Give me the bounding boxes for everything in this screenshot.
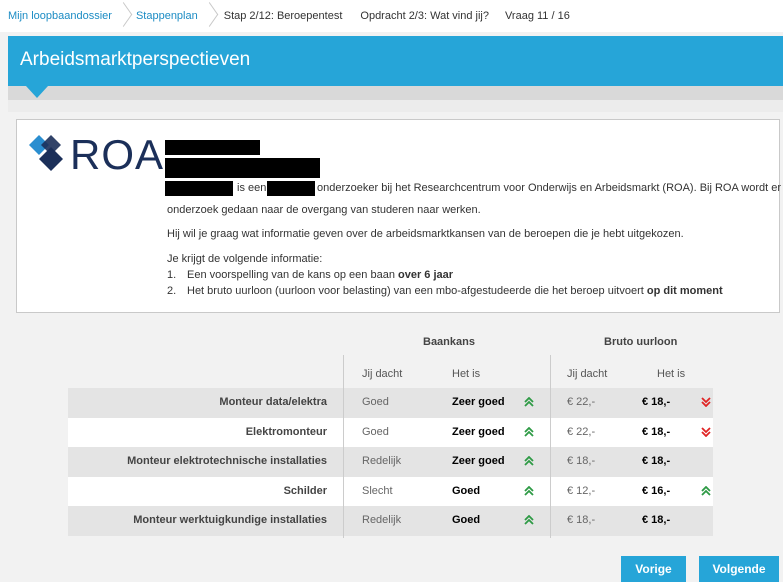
breadcrumb-label: Opdracht 2/3: Wat vind jij?: [360, 10, 489, 22]
baankans-actual: Zeer goed: [452, 426, 505, 438]
chevron-double-up-icon: [524, 396, 534, 407]
uurloon-thought: € 18,-: [567, 514, 596, 526]
redacted-block: [165, 181, 233, 196]
group-header-baankans: Baankans: [423, 336, 475, 348]
column-divider: [550, 355, 551, 538]
baankans-actual: Zeer goed: [452, 455, 505, 467]
info-text: onderzoeker bij het Researchcentrum voor…: [317, 182, 782, 194]
chevron-double-down-icon: [701, 397, 711, 408]
chevron-double-up-icon: [524, 455, 534, 466]
redacted-block: [165, 140, 260, 155]
baankans-thought: Goed: [362, 426, 389, 438]
chevron-double-up-icon: [524, 485, 534, 496]
baankans-actual: Zeer goed: [452, 396, 505, 408]
list-item-emphasis: op dit moment: [646, 285, 723, 297]
occupation-name: Monteur data/elektra: [219, 396, 327, 408]
header-pointer: [26, 86, 48, 98]
uurloon-thought: € 18,-: [567, 455, 596, 467]
breadcrumb-item-vraag: Vraag 11 / 16: [505, 0, 570, 32]
baankans-thought: Redelijk: [362, 455, 402, 467]
page-title: Arbeidsmarktperspectieven: [20, 49, 251, 70]
list-number: 2.: [167, 285, 177, 297]
breadcrumb-separator-icon: [204, 0, 214, 32]
uurloon-thought: € 12,-: [567, 485, 596, 497]
header-shadow: [8, 86, 783, 100]
baankans-actual: Goed: [452, 514, 481, 526]
column-divider: [343, 355, 344, 538]
chevron-double-down-icon: [701, 427, 711, 438]
roa-logo: ROA: [25, 129, 165, 179]
info-text: onderzoek gedaan naar de overgang van st…: [167, 204, 481, 216]
occupation-name: Monteur werktuigkundige installaties: [133, 514, 327, 526]
chevron-double-up-icon: [524, 514, 534, 525]
list-item-text: Een voorspelling van de kans op een baan…: [187, 269, 453, 281]
col-header-het-is: Het is: [452, 368, 481, 380]
chevron-double-up-icon: [524, 426, 534, 437]
list-item-text: Het bruto uurloon (uurloon voor belastin…: [187, 285, 723, 297]
uurloon-thought: € 22,-: [567, 396, 596, 408]
baankans-thought: Redelijk: [362, 514, 402, 526]
table-row: Monteur werktuigkundige installaties Rede…: [68, 506, 713, 536]
next-button[interactable]: Volgende: [699, 556, 779, 582]
col-header-jij-dacht: Jij dacht: [362, 368, 403, 380]
breadcrumb-item-opdracht: Opdracht 2/3: Wat vind jij?: [360, 0, 489, 32]
info-text: is een: [237, 182, 267, 194]
table-row: Monteur elektrotechnische installaties Re…: [68, 447, 713, 477]
table-row: Elektromonteur Goed Zeer goed € 22,- € 18,-: [68, 418, 713, 448]
list-number: 1.: [167, 269, 177, 281]
list-item-main: Een voorspelling van de kans op een baan: [187, 269, 395, 281]
uurloon-thought: € 22,-: [567, 426, 596, 438]
group-header-uurloon: Bruto uurloon: [604, 336, 678, 348]
uurloon-actual: € 16,-: [642, 485, 671, 497]
logo-text: ROA: [70, 131, 165, 178]
page-header: Arbeidsmarktperspectieven: [8, 36, 783, 86]
redacted-block: [165, 158, 320, 178]
roa-diamond-icon: [29, 135, 63, 171]
previous-button[interactable]: Vorige: [621, 556, 686, 582]
uurloon-actual: € 18,-: [642, 426, 671, 438]
baankans-actual: Goed: [452, 485, 481, 497]
baankans-thought: Goed: [362, 396, 389, 408]
list-item-emphasis: over 6 jaar: [398, 269, 454, 281]
col-header-het-is-uurloon: Het is: [657, 368, 686, 380]
list-item-main: Het bruto uurloon (uurloon voor belastin…: [187, 285, 644, 297]
breadcrumb-item-stappenplan[interactable]: Stappenplan: [136, 0, 214, 32]
occupation-name: Schilder: [283, 485, 327, 497]
uurloon-actual: € 18,-: [642, 514, 671, 526]
info-panel: ROA is een onderzoeker bij het Researchc…: [16, 119, 782, 313]
breadcrumb-item-loopbaandossier[interactable]: Mijn loopbaandossier: [8, 0, 128, 32]
breadcrumb-label[interactable]: Mijn loopbaandossier: [8, 10, 112, 22]
info-text: Hij wil je graag wat informatie geven ov…: [167, 228, 684, 240]
baankans-thought: Slecht: [362, 485, 393, 497]
breadcrumb: Mijn loopbaandossier Stappenplan Stap 2/…: [0, 0, 783, 32]
table-row: Monteur data/elektra Goed Zeer goed € 22,- €…: [68, 388, 713, 418]
uurloon-actual: € 18,-: [642, 396, 671, 408]
info-text: Je krijgt de volgende informatie:: [167, 253, 323, 265]
breadcrumb-label: Stap 2/12: Beroepentest: [223, 10, 343, 22]
breadcrumb-separator-icon: [118, 0, 128, 32]
table-row: Schilder Slecht Goed € 12,- € 16,-: [68, 477, 713, 507]
breadcrumb-label: Vraag 11 / 16: [505, 10, 570, 22]
col-header-jij-dacht-uurloon: Jij dacht: [567, 368, 608, 380]
redacted-block: [267, 181, 315, 196]
chevron-double-up-icon: [701, 485, 711, 496]
header-shadow-light: [8, 100, 783, 112]
uurloon-actual: € 18,-: [642, 455, 671, 467]
occupation-name: Elektromonteur: [245, 426, 327, 438]
breadcrumb-label[interactable]: Stappenplan: [136, 10, 198, 22]
occupation-name: Monteur elektrotechnische installaties: [127, 455, 327, 467]
breadcrumb-item-stap: Stap 2/12: Beroepentest: [224, 0, 343, 32]
